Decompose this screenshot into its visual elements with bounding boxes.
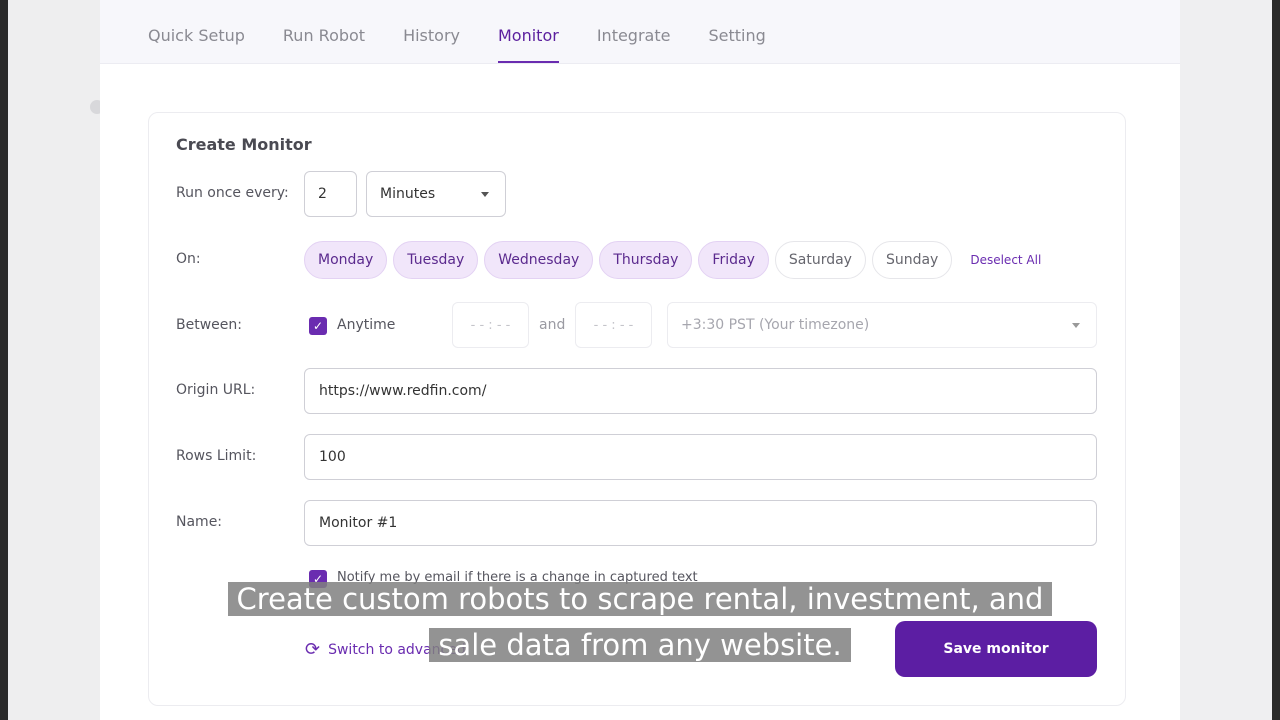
day-thursday[interactable]: Thursday — [599, 241, 693, 279]
chevron-down-icon — [481, 192, 489, 197]
origin-url-label: Origin URL: — [176, 382, 256, 398]
day-wednesday[interactable]: Wednesday — [484, 241, 594, 279]
video-caption: Create custom robots to scrape rental, i… — [0, 576, 1280, 668]
tab-setting[interactable]: Setting — [708, 26, 765, 63]
check-icon: ✓ — [312, 319, 324, 333]
interval-value-input[interactable]: 2 — [304, 171, 357, 217]
tab-history[interactable]: History — [403, 26, 460, 63]
tab-quick-setup[interactable]: Quick Setup — [148, 26, 245, 63]
start-time-input[interactable]: - - : - - — [452, 302, 529, 348]
day-monday[interactable]: Monday — [304, 241, 388, 279]
anytime-label: Anytime — [337, 317, 396, 333]
caption-line-1: Create custom robots to scrape rental, i… — [227, 582, 1053, 616]
day-saturday[interactable]: Saturday — [774, 241, 866, 279]
interval-unit-select[interactable]: Minutes — [366, 171, 506, 217]
day-friday[interactable]: Friday — [698, 241, 769, 279]
rows-limit-input[interactable]: 100 — [304, 434, 1097, 480]
origin-url-input[interactable]: https://www.redfin.com/ — [304, 368, 1097, 414]
day-selector: Monday Tuesday Wednesday Thursday Friday… — [304, 241, 1041, 279]
day-tuesday[interactable]: Tuesday — [393, 241, 479, 279]
day-sunday[interactable]: Sunday — [871, 241, 953, 279]
run-once-label: Run once every: — [176, 185, 289, 201]
top-tabs: Quick Setup Run Robot History Monitor In… — [100, 0, 1180, 64]
card-title: Create Monitor — [176, 135, 312, 154]
chevron-down-icon — [1072, 323, 1080, 328]
name-label: Name: — [176, 514, 223, 530]
tab-integrate[interactable]: Integrate — [597, 26, 671, 63]
caption-line-2: sale data from any website. — [429, 628, 851, 662]
timezone-value: +3:30 PST (Your timezone) — [681, 317, 870, 333]
interval-unit-value: Minutes — [380, 186, 436, 202]
name-input[interactable]: Monitor #1 — [304, 500, 1097, 546]
deselect-all-link[interactable]: Deselect All — [970, 253, 1041, 267]
rows-limit-label: Rows Limit: — [176, 448, 257, 464]
tab-run-robot[interactable]: Run Robot — [283, 26, 365, 63]
timezone-select[interactable]: +3:30 PST (Your timezone) — [667, 302, 1097, 348]
end-time-input[interactable]: - - : - - — [575, 302, 652, 348]
anytime-checkbox[interactable]: ✓ — [309, 317, 327, 335]
tab-monitor[interactable]: Monitor — [498, 26, 559, 63]
and-text: and — [539, 317, 566, 333]
on-label: On: — [176, 251, 201, 267]
between-label: Between: — [176, 317, 242, 333]
